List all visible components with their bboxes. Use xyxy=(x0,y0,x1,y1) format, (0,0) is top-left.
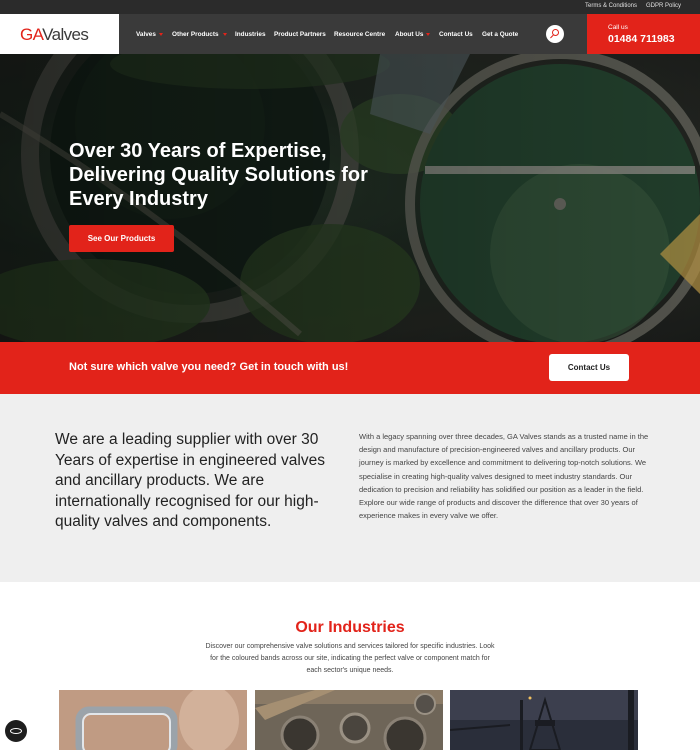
banner-text: Not sure which valve you need? Get in to… xyxy=(69,361,349,373)
chevron-down-icon[interactable] xyxy=(426,33,430,36)
nav-other-products[interactable]: Other Products xyxy=(172,31,219,38)
nav-industries[interactable]: Industries xyxy=(235,31,266,38)
about-body: With a legacy spanning over three decade… xyxy=(359,430,649,522)
nav-get-a-quote[interactable]: Get a Quote xyxy=(482,31,518,38)
site-header: GAValves Valves Other Products Industrie… xyxy=(0,14,700,54)
gdpr-link[interactable]: GDPR Policy xyxy=(646,3,681,9)
see-our-products-button[interactable]: See Our Products xyxy=(69,225,174,252)
eye-icon xyxy=(10,728,22,734)
hero-title: Over 30 Years of Expertise, Delivering Q… xyxy=(69,140,368,210)
call-us-box[interactable]: Call us 01484 711983 xyxy=(587,14,700,54)
logo-valves: Valves xyxy=(42,25,89,44)
nav-product-partners[interactable]: Product Partners xyxy=(274,31,326,38)
search-icon[interactable] xyxy=(546,25,564,43)
industry-card[interactable] xyxy=(255,690,443,750)
privacy-settings-button[interactable] xyxy=(5,720,27,742)
contact-banner: Not sure which valve you need? Get in to… xyxy=(0,342,700,394)
nav-contact-us[interactable]: Contact Us xyxy=(439,31,473,38)
industry-card[interactable] xyxy=(59,690,247,750)
logo-container[interactable]: GAValves xyxy=(0,14,119,54)
chevron-down-icon[interactable] xyxy=(223,33,227,36)
chevron-down-icon[interactable] xyxy=(159,33,163,36)
call-label: Call us xyxy=(608,24,628,31)
search-handle xyxy=(550,34,554,39)
nav-valves[interactable]: Valves xyxy=(136,31,156,38)
hero-section: Over 30 Years of Expertise, Delivering Q… xyxy=(0,54,700,342)
about-paragraph: With a legacy spanning over three decade… xyxy=(359,432,649,494)
industries-section: Our Industries Discover our comprehensiv… xyxy=(0,582,700,750)
about-paragraph: Explore our wide range of products and d… xyxy=(359,498,638,521)
industry-card-image xyxy=(59,690,247,750)
logo-ga: GA xyxy=(20,25,43,44)
about-lead: We are a leading supplier with over 30 Y… xyxy=(55,431,325,530)
contact-us-button[interactable]: Contact Us xyxy=(549,354,629,381)
logo[interactable]: GAValves xyxy=(20,25,89,45)
industry-card-image xyxy=(450,690,638,750)
nav-resource-centre[interactable]: Resource Centre xyxy=(334,31,385,38)
industry-card[interactable] xyxy=(450,690,638,750)
terms-link[interactable]: Terms & Conditions xyxy=(585,3,637,9)
about-section: We are a leading supplier with over 30 Y… xyxy=(0,394,700,582)
industries-description: Discover our comprehensive valve solutio… xyxy=(205,643,495,674)
top-utility-bar: Terms & Conditions GDPR Policy xyxy=(0,0,700,14)
industries-title: Our Industries xyxy=(295,619,405,636)
industry-card-image xyxy=(255,690,443,750)
nav-about-us[interactable]: About Us xyxy=(395,31,423,38)
call-number[interactable]: 01484 711983 xyxy=(608,33,675,45)
